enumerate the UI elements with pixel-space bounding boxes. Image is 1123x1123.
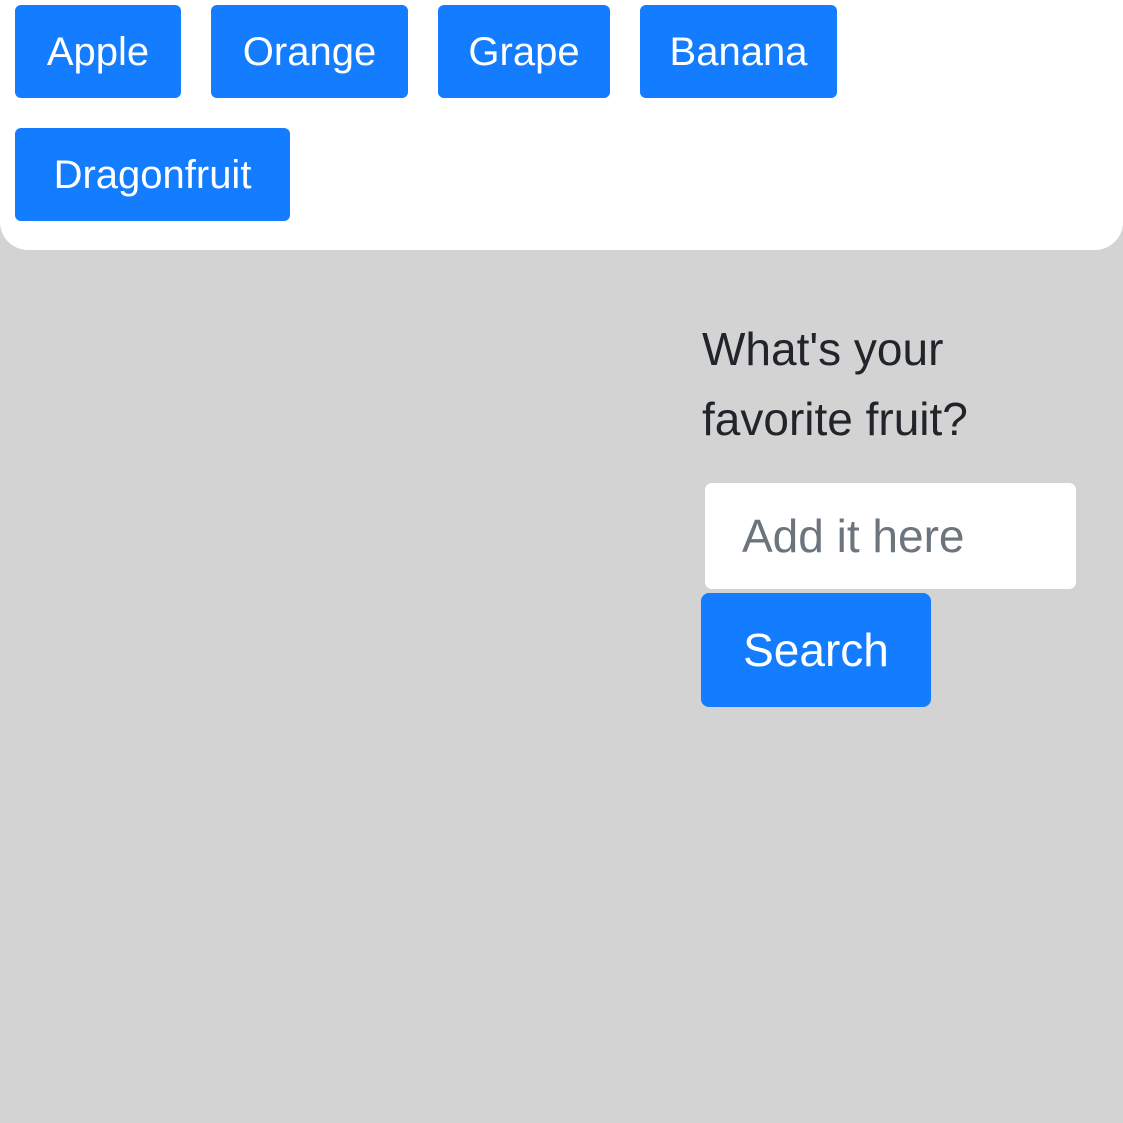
fruit-button-orange[interactable]: Orange [211,5,408,98]
fruit-button-banana[interactable]: Banana [640,5,837,98]
page: Apple Orange Grape Banana Dragonfruit Wh… [0,0,1123,1123]
search-button[interactable]: Search [701,593,931,707]
favorite-fruit-input[interactable] [704,482,1077,590]
fruit-button-grape[interactable]: Grape [438,5,610,98]
fruit-button-dragonfruit[interactable]: Dragonfruit [15,128,290,221]
fruit-button-apple[interactable]: Apple [15,5,181,98]
fruit-button-panel: Apple Orange Grape Banana Dragonfruit [0,0,1123,250]
favorite-fruit-question: What's your favorite fruit? [702,323,968,445]
